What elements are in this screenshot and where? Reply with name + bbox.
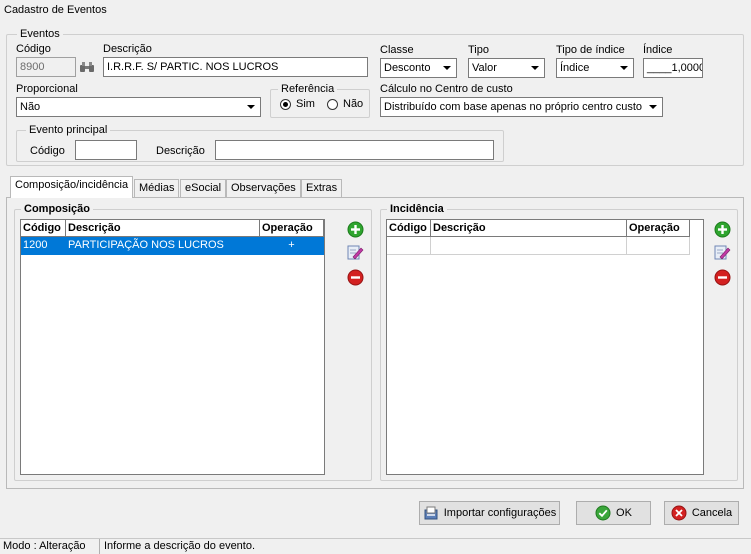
tab-medias[interactable]: Médias — [134, 179, 180, 198]
incidencia-col-codigo[interactable]: Código — [387, 220, 431, 237]
incidencia-cell-operacao — [627, 237, 690, 255]
composicao-cell-descricao: PARTICIPAÇÃO NOS LUCROS — [66, 237, 260, 255]
tipo-label: Tipo — [468, 44, 489, 56]
descricao-label: Descrição — [103, 43, 152, 55]
status-modo: Modo : Alteração — [0, 539, 100, 554]
composicao-col-descricao[interactable]: Descrição — [66, 220, 260, 237]
importar-label: Importar configurações — [443, 507, 557, 519]
evento-principal-codigo-field[interactable] — [75, 140, 137, 160]
referencia-sim-radio[interactable] — [280, 99, 291, 110]
cancelar-button[interactable]: Cancela — [664, 501, 739, 525]
proporcional-label: Proporcional — [16, 83, 78, 95]
tipo-indice-value: Índice — [560, 62, 590, 74]
status-mensagem: Informe a descrição do evento. — [104, 540, 256, 552]
incidencia-edit-button[interactable] — [712, 242, 732, 262]
proporcional-select[interactable]: Não — [16, 97, 261, 117]
edit-icon — [714, 245, 730, 259]
edit-icon — [347, 245, 363, 259]
incidencia-add-button[interactable] — [712, 219, 732, 239]
eventos-legend: Eventos — [17, 28, 63, 40]
composicao-col-operacao[interactable]: Operação — [260, 220, 324, 237]
tab-observacoes[interactable]: Observações — [226, 179, 301, 198]
calculo-label: Cálculo no Centro de custo — [380, 83, 513, 95]
indice-label: Índice — [643, 44, 673, 56]
descricao-field[interactable]: I.R.R.F. S/ PARTIC. NOS LUCROS — [103, 57, 368, 77]
remove-icon — [347, 269, 363, 285]
tipo-select[interactable]: Valor — [468, 58, 545, 78]
incidencia-grid[interactable]: Código Descrição Operação — [386, 219, 704, 475]
referencia-legend: Referência — [278, 83, 338, 95]
add-icon — [714, 221, 730, 237]
evento-principal-descricao-label: Descrição — [156, 145, 205, 157]
chevron-down-icon[interactable] — [616, 60, 632, 76]
proporcional-value: Não — [20, 101, 41, 113]
codigo-field[interactable]: 8900 — [16, 57, 76, 77]
import-icon — [424, 506, 438, 520]
incidencia-legend: Incidência — [387, 203, 447, 215]
indice-field[interactable]: ____1,0000 — [643, 58, 703, 78]
ok-button[interactable]: OK — [576, 501, 651, 525]
tipo-indice-select[interactable]: Índice — [556, 58, 634, 78]
chevron-down-icon[interactable] — [243, 99, 259, 115]
composicao-grid-header: Código Descrição Operação — [21, 220, 324, 237]
composicao-cell-operacao: + — [260, 237, 324, 255]
importar-configuracoes-button[interactable]: Importar configurações — [419, 501, 560, 525]
chevron-down-icon[interactable] — [439, 60, 455, 76]
chevron-down-icon[interactable] — [645, 99, 661, 115]
classe-value: Desconto — [384, 62, 431, 74]
cancelar-label: Cancela — [691, 507, 733, 519]
table-row[interactable]: 1200 PARTICIPAÇÃO NOS LUCROS + — [21, 237, 324, 255]
composicao-grid[interactable]: Código Descrição Operação 1200 PARTICIPA… — [20, 219, 325, 475]
referencia-nao-radio[interactable] — [327, 99, 338, 110]
binoculars-icon[interactable] — [76, 57, 98, 77]
tab-extras[interactable]: Extras — [301, 179, 343, 198]
cancel-icon — [671, 505, 687, 521]
evento-principal-legend: Evento principal — [26, 124, 111, 136]
ok-label: OK — [616, 507, 632, 519]
tipo-value: Valor — [472, 62, 497, 74]
incidencia-cell-codigo — [387, 237, 431, 255]
incidencia-grid-header: Código Descrição Operação — [387, 220, 690, 237]
incidencia-cell-descricao — [431, 237, 627, 255]
classe-select[interactable]: Desconto — [380, 58, 457, 78]
composicao-col-codigo[interactable]: Código — [21, 220, 66, 237]
composicao-legend: Composição — [21, 203, 94, 215]
incidencia-col-operacao[interactable]: Operação — [627, 220, 690, 237]
incidencia-col-descricao[interactable]: Descrição — [431, 220, 627, 237]
composicao-remove-button[interactable] — [345, 267, 365, 287]
status-bar: Modo : Alteração Informe a descrição do … — [0, 538, 751, 554]
remove-icon — [714, 269, 730, 285]
referencia-sim-label[interactable]: Sim — [296, 98, 315, 110]
chevron-down-icon[interactable] — [527, 60, 543, 76]
calculo-value: Distribuído com base apenas no próprio c… — [384, 101, 643, 113]
window-title: Cadastro de Eventos — [4, 4, 107, 16]
composicao-cell-codigo: 1200 — [21, 237, 66, 255]
add-icon — [347, 221, 363, 237]
table-row[interactable] — [387, 237, 690, 255]
referencia-nao-label[interactable]: Não — [343, 98, 363, 110]
composicao-add-button[interactable] — [345, 219, 365, 239]
tab-composicao-incidencia[interactable]: Composição/incidência — [10, 176, 134, 198]
check-icon — [595, 505, 611, 521]
classe-label: Classe — [380, 44, 414, 56]
codigo-label: Código — [16, 43, 51, 55]
tipo-indice-label: Tipo de índice — [556, 44, 625, 56]
evento-principal-descricao-field[interactable] — [215, 140, 494, 160]
calculo-select[interactable]: Distribuído com base apenas no próprio c… — [380, 97, 663, 117]
evento-principal-codigo-label: Código — [30, 145, 65, 157]
incidencia-remove-button[interactable] — [712, 267, 732, 287]
composicao-edit-button[interactable] — [345, 242, 365, 262]
tab-esocial[interactable]: eSocial — [180, 179, 227, 198]
